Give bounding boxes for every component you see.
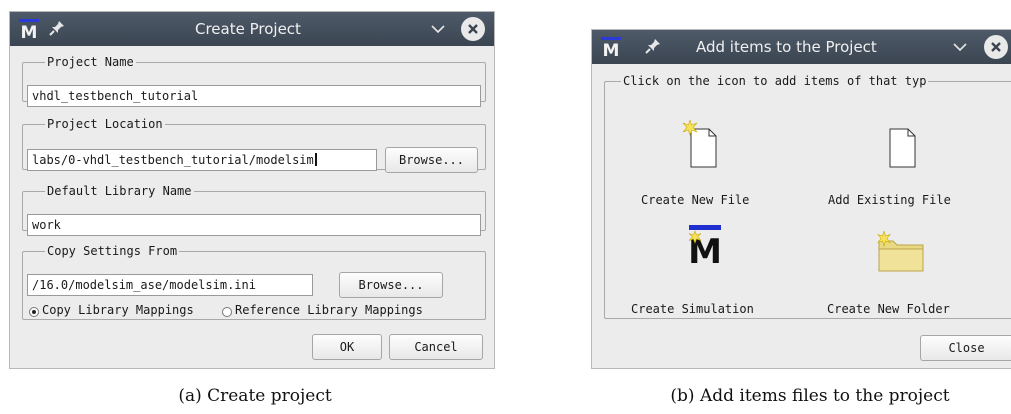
project-name-group: Project Name vhdl_testbench_tutorial bbox=[22, 55, 486, 107]
close-button[interactable]: Close bbox=[920, 335, 1011, 361]
create-new-folder-label[interactable]: Create New Folder bbox=[827, 302, 950, 316]
default-library-group: Default Library Name work bbox=[22, 184, 486, 236]
new-file-icon[interactable] bbox=[682, 120, 722, 168]
modelsim-logo-icon: M bbox=[601, 37, 621, 58]
add-items-dialog: M Add items to the Project Click on the … bbox=[591, 29, 1011, 369]
add-items-group: Click on the icon to add items of that t… bbox=[604, 74, 1011, 319]
chevron-down-icon[interactable] bbox=[952, 39, 968, 55]
modelsim-logo-icon[interactable]: M bbox=[687, 223, 723, 265]
copy-settings-group: Copy Settings From /16.0/modelsim_ase/mo… bbox=[22, 244, 486, 320]
project-location-input[interactable]: labs/0-vhdl_testbench_tutorial/modelsim bbox=[27, 149, 377, 171]
copy-library-mappings-label[interactable]: Copy Library Mappings bbox=[42, 303, 194, 317]
close-icon[interactable] bbox=[461, 17, 485, 41]
add-items-titlebar[interactable]: M Add items to the Project bbox=[592, 30, 1011, 64]
add-items-legend: Click on the icon to add items of that t… bbox=[623, 74, 927, 88]
reference-library-mappings-radio[interactable] bbox=[222, 307, 232, 317]
pin-icon[interactable] bbox=[644, 37, 662, 55]
pin-icon[interactable] bbox=[48, 19, 66, 37]
caption-b: (b) Add items files to the project bbox=[670, 386, 950, 406]
create-project-dialog: M Create Project Project Name vhdl_testb… bbox=[9, 11, 495, 369]
copy-library-mappings-radio[interactable] bbox=[29, 307, 39, 317]
project-location-group: Project Location labs/0-vhdl_testbench_t… bbox=[22, 117, 486, 173]
add-existing-file-label[interactable]: Add Existing File bbox=[828, 193, 951, 207]
default-library-input[interactable]: work bbox=[27, 214, 481, 236]
svg-text:M: M bbox=[21, 23, 38, 40]
cancel-button[interactable]: Cancel bbox=[389, 334, 483, 360]
add-items-title: Add items to the Project bbox=[696, 38, 877, 56]
file-icon[interactable] bbox=[881, 120, 921, 168]
modelsim-logo-icon: M bbox=[19, 19, 39, 40]
project-location-value: labs/0-vhdl_testbench_tutorial/modelsim bbox=[32, 153, 314, 167]
create-project-title: Create Project bbox=[195, 20, 301, 38]
create-simulation-label[interactable]: Create Simulation bbox=[631, 302, 754, 316]
copy-settings-browse-button[interactable]: Browse... bbox=[339, 272, 443, 298]
copy-settings-legend: Copy Settings From bbox=[47, 244, 178, 258]
project-name-input[interactable]: vhdl_testbench_tutorial bbox=[27, 85, 481, 107]
ok-button[interactable]: OK bbox=[312, 334, 382, 360]
close-icon[interactable] bbox=[984, 35, 1008, 59]
default-library-legend: Default Library Name bbox=[47, 184, 192, 198]
project-name-legend: Project Name bbox=[47, 55, 134, 69]
text-cursor bbox=[314, 153, 317, 166]
chevron-down-icon[interactable] bbox=[430, 21, 446, 37]
reference-library-mappings-label[interactable]: Reference Library Mappings bbox=[235, 303, 423, 317]
create-new-file-label[interactable]: Create New File bbox=[641, 193, 749, 207]
copy-settings-input[interactable]: /16.0/modelsim_ase/modelsim.ini bbox=[27, 274, 313, 296]
svg-text:M: M bbox=[603, 41, 620, 58]
caption-a: (a) Create project bbox=[178, 386, 332, 406]
create-project-titlebar[interactable]: M Create Project bbox=[10, 12, 494, 46]
project-location-legend: Project Location bbox=[47, 117, 163, 131]
project-location-browse-button[interactable]: Browse... bbox=[385, 147, 478, 173]
new-folder-icon[interactable] bbox=[875, 231, 927, 273]
